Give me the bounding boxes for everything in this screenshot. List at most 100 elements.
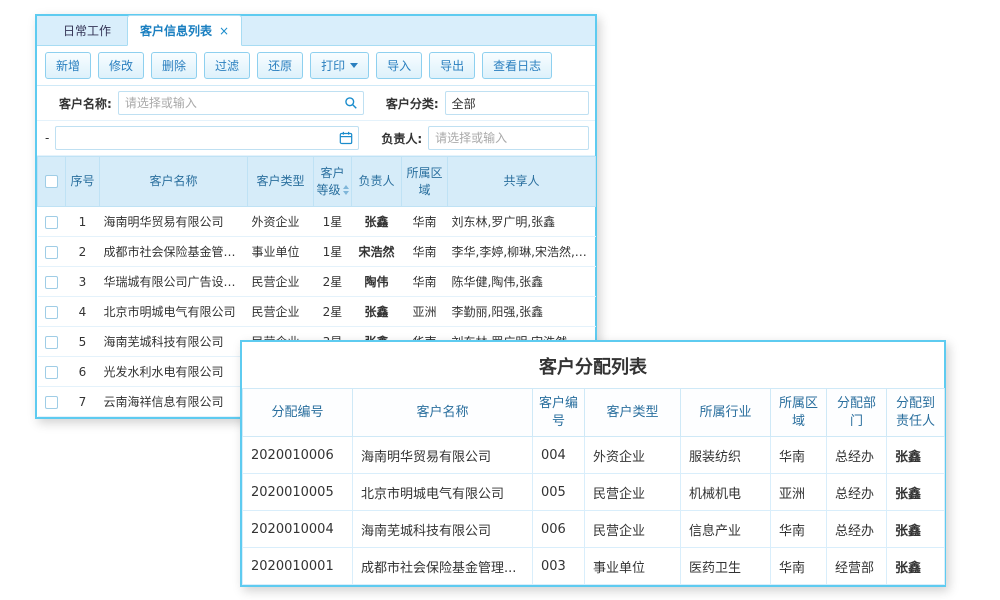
filter-row-2: - 负责人:	[37, 121, 595, 156]
delete-button[interactable]: 删除	[151, 52, 197, 79]
cell-type: 事业单位	[585, 548, 681, 585]
cell-assignee[interactable]: 张鑫	[887, 511, 945, 548]
header-customer-no: 客户编号	[533, 389, 585, 437]
cell-customer-name[interactable]: 华瑞城有限公司广告设计部	[100, 267, 248, 297]
cell-customer-name[interactable]: 海南明华贸易有限公司	[100, 207, 248, 237]
cell-customer-name[interactable]: 成都市社会保险基金管理...	[100, 237, 248, 267]
cell-level: 1星	[314, 237, 352, 267]
cell-type: 外资企业	[585, 437, 681, 474]
cell-customer-no: 003	[533, 548, 585, 585]
row-checkbox[interactable]	[45, 216, 58, 229]
restore-button[interactable]: 还原	[257, 52, 303, 79]
table-row[interactable]: 2020010005 北京市明城电气有限公司 005 民营企业 机械机电 亚洲 …	[243, 474, 945, 511]
table-row[interactable]: 2020010004 海南芜城科技有限公司 006 民营企业 信息产业 华南 总…	[243, 511, 945, 548]
customer-category-select[interactable]	[446, 96, 588, 110]
table-row[interactable]: 2020010001 成都市社会保险基金管理... 003 事业单位 医药卫生 …	[243, 548, 945, 585]
cell-level: 1星	[314, 207, 352, 237]
table-row[interactable]: 4 北京市明城电气有限公司 民营企业 2星 张鑫 亚洲 李勤丽,阳强,张鑫	[38, 297, 596, 327]
cell-shared: 陈华健,陶伟,张鑫	[448, 267, 596, 297]
table-row[interactable]: 3 华瑞城有限公司广告设计部 民营企业 2星 陶伟 华南 陈华健,陶伟,张鑫	[38, 267, 596, 297]
cell-type: 事业单位	[248, 237, 314, 267]
import-button[interactable]: 导入	[376, 52, 422, 79]
row-checkbox[interactable]	[45, 396, 58, 409]
cell-region: 华南	[771, 511, 827, 548]
cell-region: 华南	[771, 548, 827, 585]
edit-button[interactable]: 修改	[98, 52, 144, 79]
cell-owner[interactable]: 宋浩然	[352, 237, 402, 267]
row-checkbox[interactable]	[45, 276, 58, 289]
filter-button[interactable]: 过滤	[204, 52, 250, 79]
row-checkbox[interactable]	[45, 306, 58, 319]
tab-label: 客户信息列表	[140, 22, 212, 39]
cell-owner[interactable]: 陶伟	[352, 267, 402, 297]
desktop-stage: 日常工作 客户信息列表 × 新增 修改 删除 过滤 还原 打印 导入 导出 查看…	[0, 0, 1000, 600]
cell-customer-name[interactable]: 云南海祥信息有限公司	[100, 387, 248, 417]
cell-assignee[interactable]: 张鑫	[887, 548, 945, 585]
cell-shared: 刘东林,罗广明,张鑫	[448, 207, 596, 237]
customer-category-select-wrap	[445, 91, 589, 115]
cell-region: 亚洲	[771, 474, 827, 511]
customer-table-header-row: 序号 客户名称 客户类型 客户等级 负责人 所属区域 共享人	[38, 157, 596, 207]
cell-dept: 总经办	[827, 511, 887, 548]
cell-owner[interactable]: 张鑫	[352, 297, 402, 327]
header-dept: 分配部门	[827, 389, 887, 437]
header-region: 所属区域	[402, 157, 448, 207]
owner-input-wrap	[428, 126, 589, 150]
export-button[interactable]: 导出	[429, 52, 475, 79]
cell-seq: 6	[66, 357, 100, 387]
cell-alloc-no[interactable]: 2020010006	[243, 437, 353, 474]
row-checkbox[interactable]	[45, 366, 58, 379]
cell-customer-name[interactable]: 北京市明城电气有限公司	[100, 297, 248, 327]
cell-customer-no: 004	[533, 437, 585, 474]
close-icon[interactable]: ×	[219, 25, 229, 37]
cell-region: 华南	[402, 207, 448, 237]
cell-industry: 信息产业	[681, 511, 771, 548]
table-row[interactable]: 1 海南明华贸易有限公司 外资企业 1星 张鑫 华南 刘东林,罗广明,张鑫	[38, 207, 596, 237]
tab-daily-work[interactable]: 日常工作	[51, 16, 123, 45]
table-row[interactable]: 2 成都市社会保险基金管理... 事业单位 1星 宋浩然 华南 李华,李婷,柳琳…	[38, 237, 596, 267]
cell-seq: 1	[66, 207, 100, 237]
cell-customer-name[interactable]: 海南芜城科技有限公司	[100, 327, 248, 357]
cell-alloc-no[interactable]: 2020010004	[243, 511, 353, 548]
cell-customer-no: 006	[533, 511, 585, 548]
cell-assignee[interactable]: 张鑫	[887, 437, 945, 474]
cell-owner[interactable]: 张鑫	[352, 207, 402, 237]
cell-region: 华南	[402, 237, 448, 267]
cell-level: 2星	[314, 267, 352, 297]
cell-alloc-no[interactable]: 2020010005	[243, 474, 353, 511]
cell-region: 华南	[402, 267, 448, 297]
cell-assignee[interactable]: 张鑫	[887, 474, 945, 511]
cell-dept: 总经办	[827, 474, 887, 511]
row-checkbox[interactable]	[45, 336, 58, 349]
header-region: 所属区域	[771, 389, 827, 437]
header-customer-name: 客户名称	[353, 389, 533, 437]
table-row[interactable]: 2020010006 海南明华贸易有限公司 004 外资企业 服装纺织 华南 总…	[243, 437, 945, 474]
calendar-icon[interactable]	[339, 131, 353, 145]
cell-alloc-no[interactable]: 2020010001	[243, 548, 353, 585]
print-button[interactable]: 打印	[310, 52, 369, 79]
header-alloc-no: 分配编号	[243, 389, 353, 437]
view-log-button[interactable]: 查看日志	[482, 52, 552, 79]
date-input[interactable]	[56, 131, 338, 145]
header-customer-name: 客户名称	[100, 157, 248, 207]
owner-input[interactable]	[429, 131, 588, 145]
search-icon[interactable]	[344, 96, 358, 110]
cell-seq: 7	[66, 387, 100, 417]
cell-customer-name[interactable]: 北京市明城电气有限公司	[353, 474, 533, 511]
customer-name-input[interactable]	[119, 96, 343, 110]
select-all-checkbox[interactable]	[45, 175, 58, 188]
cell-customer-name[interactable]: 海南芜城科技有限公司	[353, 511, 533, 548]
cell-customer-name[interactable]: 光发水利水电有限公司	[100, 357, 248, 387]
header-industry: 所属行业	[681, 389, 771, 437]
cell-customer-name[interactable]: 成都市社会保险基金管理...	[353, 548, 533, 585]
row-checkbox[interactable]	[45, 246, 58, 259]
header-owner: 负责人	[352, 157, 402, 207]
cell-industry: 服装纺织	[681, 437, 771, 474]
tab-bar: 日常工作 客户信息列表 ×	[37, 16, 595, 46]
header-customer-level[interactable]: 客户等级	[314, 157, 352, 207]
cell-seq: 4	[66, 297, 100, 327]
sort-icon[interactable]	[343, 185, 349, 195]
tab-customer-info-list[interactable]: 客户信息列表 ×	[127, 15, 242, 46]
add-button[interactable]: 新增	[45, 52, 91, 79]
cell-customer-name[interactable]: 海南明华贸易有限公司	[353, 437, 533, 474]
